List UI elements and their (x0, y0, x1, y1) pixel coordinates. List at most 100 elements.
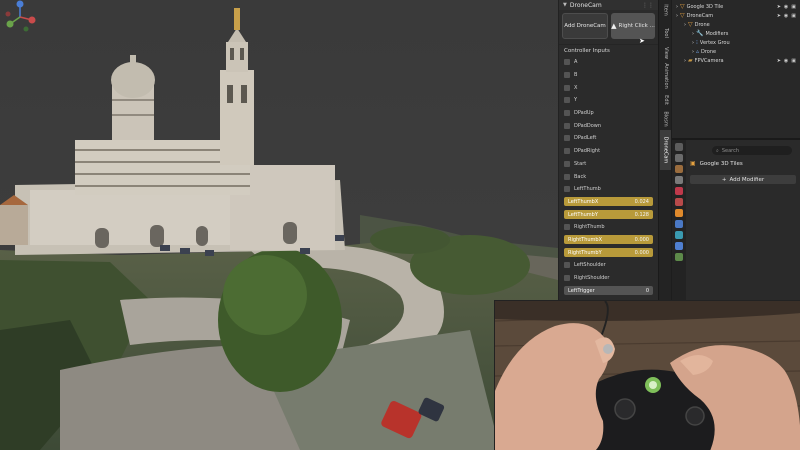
trigger-field[interactable]: LeftTrigger 0 (564, 286, 653, 296)
checkbox[interactable] (564, 186, 570, 193)
checkbox-row[interactable]: X (559, 81, 658, 94)
checkbox[interactable] (564, 148, 570, 155)
add-dronecam-button[interactable]: Add DroneCam (562, 13, 608, 39)
tab-animation[interactable]: Animation (660, 62, 671, 90)
add-modifier-button[interactable]: + Add Modifier (690, 175, 796, 184)
tab-dronecam[interactable]: DroneCam (660, 130, 671, 170)
modifier-tab-icon[interactable] (675, 220, 683, 228)
expand-arrow-icon[interactable]: › (692, 49, 694, 55)
object-tab-icon[interactable] (675, 209, 683, 217)
expand-arrow-icon[interactable]: › (676, 13, 678, 19)
view-layer-tab-icon[interactable] (675, 176, 683, 184)
outliner-row[interactable]: › ▽ Google 3D Tile ➤ ◉ ▣ (672, 2, 800, 11)
outliner-row[interactable]: › ⁝ Vertex Grou (672, 38, 800, 47)
eye-icon[interactable]: ◉ (784, 13, 788, 19)
axis-value: 0.024 (634, 198, 649, 205)
checkbox[interactable] (564, 97, 570, 104)
outliner-label: DroneCam (686, 12, 714, 19)
outliner-row[interactable]: › ▽ DroneCam ➤ ◉ ▣ (672, 11, 800, 20)
checkbox-label: DPadRight (574, 148, 601, 155)
checkbox[interactable] (564, 224, 570, 231)
checkbox-row[interactable]: DPadUp (559, 107, 658, 120)
tab-label: Animation (662, 63, 669, 89)
right-click-button[interactable]: ▲ Right Click ... (611, 13, 655, 39)
outliner-row[interactable]: › ▽ Drone (672, 20, 800, 29)
properties-search-input[interactable]: ⌕ Search (712, 146, 792, 155)
physics-tab-icon[interactable] (675, 242, 683, 250)
gizmo-x-icon[interactable] (28, 16, 36, 24)
panel-header[interactable]: ▼ DroneCam ⋮⋮ (559, 0, 658, 10)
checkbox-row[interactable]: RightShoulder (559, 272, 658, 285)
tab-edit[interactable]: Edit (660, 92, 671, 108)
axis-value-field[interactable]: RightThumbX 0.000 (564, 235, 653, 245)
axis-row[interactable]: RightThumbX 0.000 (559, 234, 658, 247)
expand-arrow-icon[interactable]: › (684, 58, 686, 64)
camera-render-icon[interactable]: ▣ (791, 13, 796, 19)
checkbox-row[interactable]: Back (559, 170, 658, 183)
checkbox-label: Start (574, 160, 587, 167)
visibility-toggles: ➤ ◉ ▣ (777, 13, 800, 19)
checkbox[interactable] (564, 122, 570, 129)
cursor-select-icon[interactable]: ➤ (777, 4, 781, 10)
tab-view[interactable]: View (660, 46, 671, 60)
checkbox-row[interactable]: RightThumb (559, 221, 658, 234)
cursor-select-icon[interactable]: ➤ (777, 58, 781, 64)
axis-value-field[interactable]: RightThumbY 0.000 (564, 248, 653, 258)
checkbox-row[interactable]: LeftShoulder (559, 259, 658, 272)
axis-value-field[interactable]: LeftThumbX 0.024 (564, 197, 653, 207)
checkbox[interactable] (564, 262, 570, 269)
3d-viewport[interactable] (0, 0, 558, 450)
checkbox[interactable] (564, 173, 570, 180)
eye-icon[interactable]: ◉ (784, 4, 788, 10)
tab-tool[interactable]: Tool (660, 22, 671, 44)
expand-arrow-icon[interactable]: › (684, 22, 686, 28)
checkbox[interactable] (564, 59, 570, 66)
scene-tab-icon[interactable] (675, 187, 683, 195)
tool-tab-icon[interactable] (675, 143, 683, 151)
tab-blosm[interactable]: Blosm (660, 110, 671, 128)
gizmo-y-icon[interactable] (6, 20, 14, 28)
navigation-gizmo[interactable] (0, 0, 40, 34)
checkbox-row[interactable]: Y (559, 94, 658, 107)
cursor-select-icon[interactable]: ➤ (777, 13, 781, 19)
checkbox-row[interactable]: DPadLeft (559, 132, 658, 145)
checkbox[interactable] (564, 72, 570, 79)
axis-label: LeftThumbY (568, 211, 598, 218)
render-tab-icon[interactable] (675, 154, 683, 162)
checkbox[interactable] (564, 84, 570, 91)
axis-row[interactable]: LeftThumbY 0.128 (559, 208, 658, 221)
checkbox[interactable] (564, 135, 570, 142)
world-tab-icon[interactable] (675, 198, 683, 206)
wrench-icon: 🔧 (696, 30, 704, 37)
checkbox-row[interactable]: DPadRight (559, 145, 658, 158)
checkbox-label: DPadDown (574, 122, 602, 129)
constraints-tab-icon[interactable] (675, 253, 683, 261)
trigger-row[interactable]: LeftTrigger 0 (559, 284, 658, 297)
particles-tab-icon[interactable] (675, 231, 683, 239)
checkbox[interactable] (564, 275, 570, 282)
axis-row[interactable]: RightThumbY 0.000 (559, 246, 658, 259)
tab-item[interactable]: Item (660, 0, 671, 20)
gizmo-z-icon[interactable] (16, 0, 24, 8)
checkbox-row[interactable]: LeftThumb (559, 183, 658, 196)
search-placeholder: Search (721, 147, 739, 154)
checkbox-row[interactable]: B (559, 69, 658, 82)
eye-icon[interactable]: ◉ (784, 58, 788, 64)
camera-render-icon[interactable]: ▣ (791, 58, 796, 64)
drag-handle-icon[interactable]: ⋮⋮ (642, 2, 654, 9)
expand-arrow-icon[interactable]: › (692, 31, 694, 37)
checkbox-row[interactable]: A (559, 56, 658, 69)
camera-render-icon[interactable]: ▣ (791, 4, 796, 10)
checkbox[interactable] (564, 160, 570, 167)
axis-row[interactable]: LeftThumbX 0.024 (559, 196, 658, 209)
outliner-row[interactable]: › 🔧 Modifiers (672, 29, 800, 38)
checkbox-row[interactable]: DPadDown (559, 119, 658, 132)
outliner-row[interactable]: › ▰ FPVCamera ➤ ◉ ▣ (672, 56, 800, 65)
checkbox-row[interactable]: Start (559, 158, 658, 171)
expand-arrow-icon[interactable]: › (692, 40, 694, 46)
outliner-row[interactable]: › ▵ Drone (672, 47, 800, 56)
axis-value-field[interactable]: LeftThumbY 0.128 (564, 210, 653, 220)
checkbox[interactable] (564, 110, 570, 117)
expand-arrow-icon[interactable]: › (676, 4, 678, 10)
output-tab-icon[interactable] (675, 165, 683, 173)
